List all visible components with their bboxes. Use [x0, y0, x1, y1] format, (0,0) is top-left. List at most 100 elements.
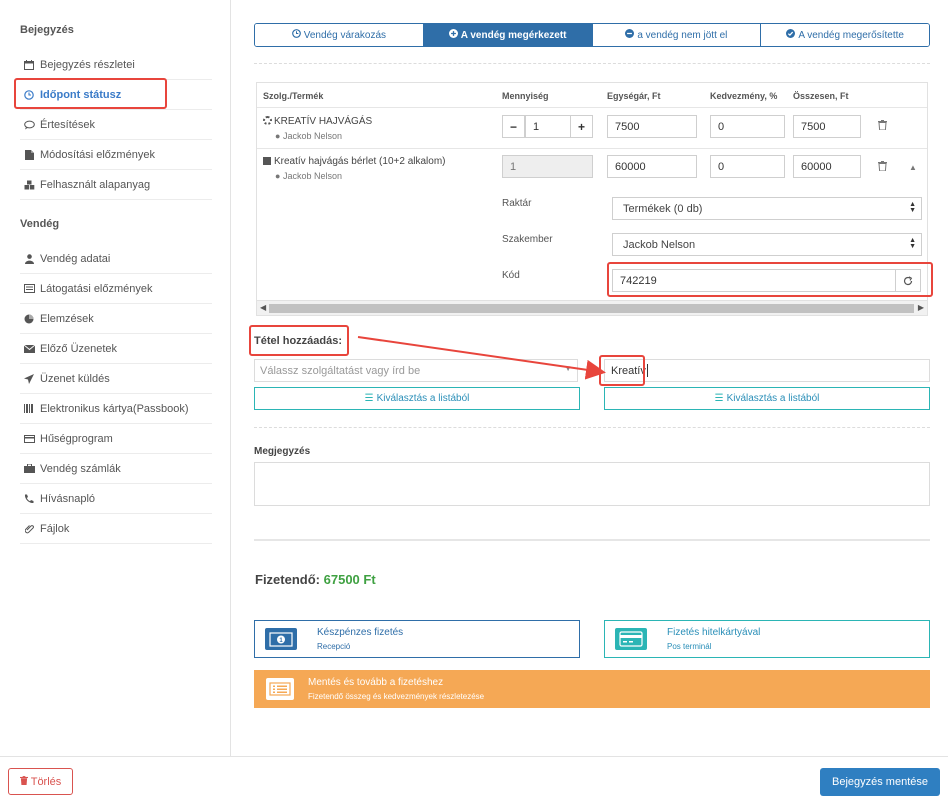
sidebar-item-appointment-status[interactable]: Időpont státusz	[20, 80, 212, 110]
tab-label: A vendég megérkezett	[460, 29, 567, 41]
delete-label: Törlés	[30, 775, 62, 788]
sidebar-item-call-log[interactable]: Hívásnapló	[20, 484, 212, 514]
sidebar-item-passbook[interactable]: Elektronikus kártya(Passbook)	[20, 394, 212, 424]
sidebar-item-previous-messages[interactable]: Előző Üzenetek	[20, 334, 212, 364]
barcode-icon	[22, 404, 36, 413]
tab-guest-no-show[interactable]: a vendég nem jött el	[592, 24, 762, 46]
refresh-button[interactable]	[895, 269, 921, 292]
user-icon	[22, 253, 36, 264]
items-table: Szolg./Termék Mennyiség Egységár, Ft Ked…	[256, 82, 928, 316]
tab-label: A vendég megerősítette	[798, 29, 904, 41]
header-total: Összesen, Ft	[793, 91, 849, 101]
divider	[257, 107, 927, 108]
card-payment-button[interactable]: Fizetés hitelkártyával Pos terminál	[604, 620, 930, 658]
sidebar-item-files[interactable]: Fájlok	[20, 514, 212, 544]
trash-icon[interactable]	[878, 120, 887, 133]
button-label: Kiválasztás a listából	[376, 393, 470, 404]
decrement-button[interactable]: −	[502, 115, 525, 138]
staff-name: ● Jackob Nelson	[275, 131, 342, 141]
add-item-title: Tétel hozzáadás:	[254, 335, 343, 347]
header-quantity: Mennyiség	[502, 91, 549, 101]
sidebar-item-label: Látogatási előzmények	[40, 282, 153, 295]
search-value: Kreatív	[611, 364, 646, 377]
sidebar-item-analytics[interactable]: Elemzések	[20, 304, 212, 334]
trash-icon	[19, 775, 28, 788]
divider	[257, 148, 927, 149]
sidebar-item-used-materials[interactable]: Felhasznált alapanyag	[20, 170, 212, 200]
chevron-up-icon[interactable]: ▲	[909, 163, 917, 172]
scroll-thumb[interactable]	[269, 304, 914, 313]
sidebar: Bejegyzés Bejegyzés részletei Időpont st…	[0, 0, 231, 756]
sidebar-item-label: Vendég számlák	[40, 462, 121, 475]
card-title: Fizetés hitelkártyával	[667, 627, 761, 638]
scroll-left-icon[interactable]: ◀	[260, 303, 266, 312]
quantity-input[interactable]: 1	[525, 115, 571, 138]
main-content: Vendég várakozás A vendég megérkezett a …	[231, 0, 948, 756]
envelope-icon	[22, 344, 36, 353]
increment-button[interactable]: +	[570, 115, 593, 138]
notes-textarea[interactable]	[254, 462, 930, 506]
clock-icon	[291, 29, 301, 41]
sidebar-item-send-message[interactable]: Üzenet küldés	[20, 364, 212, 394]
cash-title: Készpénzes fizetés	[317, 627, 404, 638]
tab-guest-waiting[interactable]: Vendég várakozás	[255, 24, 424, 46]
divider	[254, 63, 930, 64]
sidebar-item-guest-data[interactable]: Vendég adatai	[20, 244, 212, 274]
service-select[interactable]: Válassz szolgáltatást vagy írd be ▼	[254, 359, 578, 382]
tab-guest-confirmed[interactable]: A vendég megerősítette	[761, 24, 929, 46]
button-label: Kiválasztás a listából	[726, 393, 820, 404]
tab-label: Vendég várakozás	[303, 29, 387, 41]
staff-name-text: Jackob Nelson	[282, 171, 342, 181]
sidebar-item-loyalty[interactable]: Hűségprogram	[20, 424, 212, 454]
warehouse-select[interactable]: Termékek (0 db) ▲ ▼	[612, 197, 922, 220]
check-circle-icon	[786, 29, 796, 41]
service-name-text: Kreatív hajvágás bérlet (10+2 alkalom)	[274, 156, 446, 167]
calendar-icon	[22, 59, 36, 70]
send-icon	[22, 373, 36, 384]
choose-from-list-button-left[interactable]: ☰ Kiválasztás a listából	[254, 387, 580, 410]
sidebar-item-notifications[interactable]: Értesítések	[20, 110, 212, 140]
footer: Törlés Bejegyzés mentése	[0, 756, 948, 804]
sidebar-item-visit-history[interactable]: Látogatási előzmények	[20, 274, 212, 304]
staff-name: ● Jackob Nelson	[275, 171, 342, 181]
code-input[interactable]: 742219	[612, 269, 896, 292]
amount-due-value: 67500 Ft	[323, 572, 376, 587]
sidebar-item-label: Felhasznált alapanyag	[40, 178, 151, 191]
specialist-value: Jackob Nelson	[623, 238, 696, 251]
sidebar-item-label: Hűségprogram	[40, 432, 113, 445]
service-search-input[interactable]: Kreatív	[604, 359, 930, 382]
trash-icon[interactable]	[878, 161, 887, 174]
divider	[254, 539, 930, 541]
warehouse-value: Termékek (0 db)	[623, 202, 703, 215]
discount-input[interactable]: 0	[710, 155, 785, 178]
sidebar-item-entry-details[interactable]: Bejegyzés részletei	[20, 50, 212, 80]
unit-price-input[interactable]: 7500	[607, 115, 697, 138]
discount-input[interactable]: 0	[710, 115, 785, 138]
sidebar-item-guest-invoices[interactable]: Vendég számlák	[20, 454, 212, 484]
caret-down-icon: ▼	[564, 364, 572, 373]
unit-price-input[interactable]: 60000	[607, 155, 697, 178]
list-icon: ☰	[364, 393, 374, 404]
save-entry-button[interactable]: Bejegyzés mentése	[820, 768, 940, 796]
sidebar-item-label: Elektronikus kártya(Passbook)	[40, 402, 189, 415]
sidebar-item-change-history[interactable]: Módosítási előzmények	[20, 140, 212, 170]
text-cursor	[646, 364, 648, 377]
clock-icon	[22, 89, 36, 100]
total-input[interactable]: 7500	[793, 115, 861, 138]
updown-arrow-icon: ▲ ▼	[909, 201, 916, 214]
delete-button[interactable]: Törlés	[8, 768, 73, 795]
choose-from-list-button-right[interactable]: ☰ Kiválasztás a listából	[604, 387, 930, 410]
sidebar-item-label: Bejegyzés részletei	[40, 58, 135, 71]
total-input[interactable]: 60000	[793, 155, 861, 178]
cash-icon: 1	[265, 628, 297, 650]
specialist-label: Szakember	[502, 234, 553, 245]
specialist-select[interactable]: Jackob Nelson ▲ ▼	[612, 233, 922, 256]
save-and-continue-button[interactable]: Mentés és tovább a fizetéshez Fizetendő …	[254, 670, 930, 708]
cube-icon	[263, 157, 271, 165]
card-sub: Pos terminál	[667, 642, 712, 651]
tab-guest-arrived[interactable]: A vendég megérkezett	[423, 24, 593, 46]
cash-payment-button[interactable]: 1 Készpénzes fizetés Recepció	[254, 620, 580, 658]
scroll-right-icon[interactable]: ▶	[918, 303, 924, 312]
horizontal-scrollbar[interactable]: ◀ ▶	[257, 300, 927, 315]
plus-circle-icon	[448, 29, 458, 41]
